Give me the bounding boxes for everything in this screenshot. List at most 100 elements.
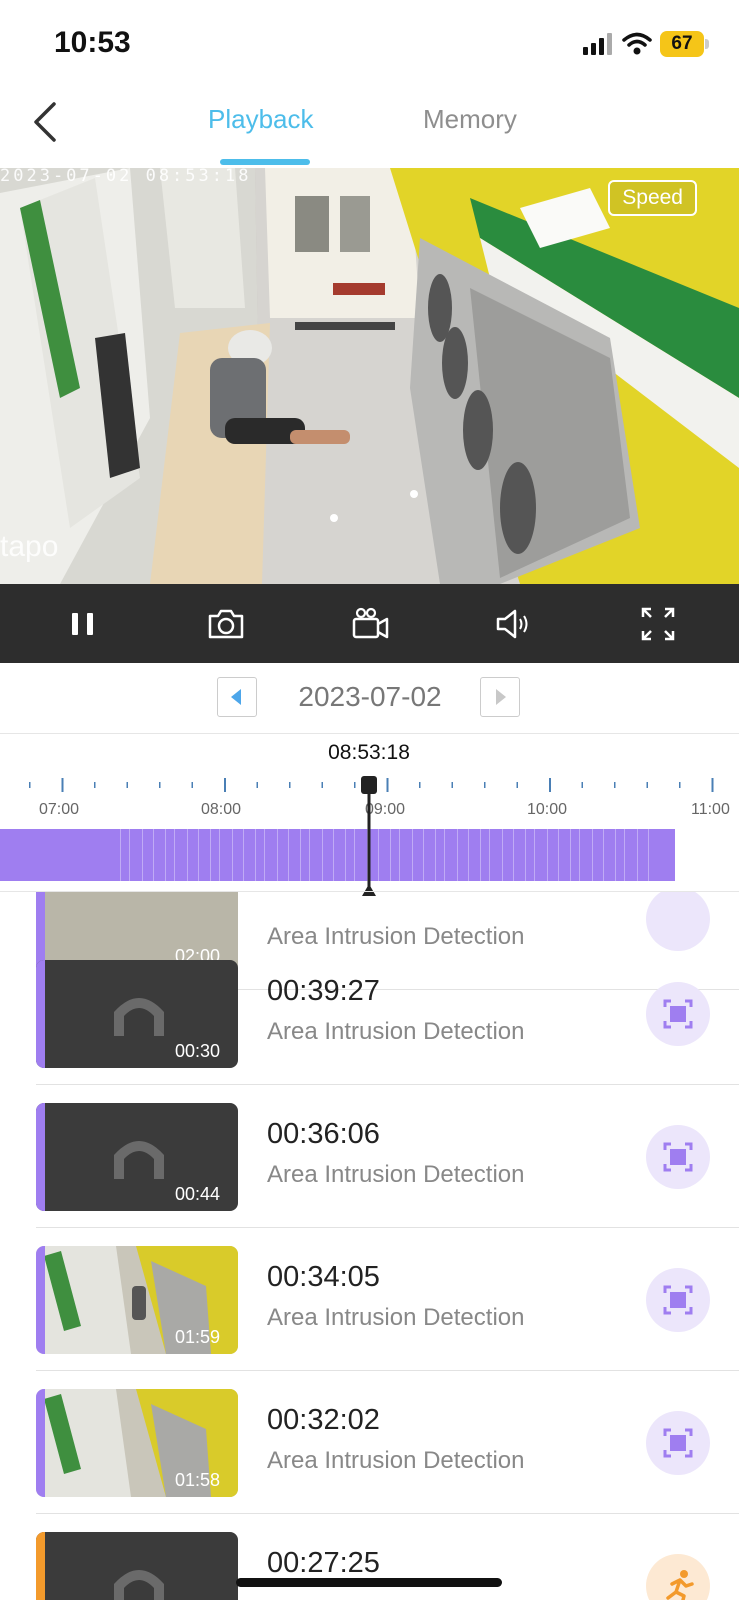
event-accent-bar — [36, 960, 45, 1068]
list-item[interactable]: 00:44 00:36:06 Area Intrusion Detection — [0, 1085, 739, 1228]
timeline-tick — [451, 782, 453, 788]
recording-gap — [513, 829, 514, 881]
timeline-tick — [61, 778, 64, 792]
recording-gap — [333, 829, 334, 881]
timeline-label-0800: 08:00 — [201, 801, 242, 818]
recording-gap — [264, 829, 265, 881]
recording-gap — [412, 829, 413, 881]
tab-playback[interactable]: Playback — [208, 104, 314, 135]
selected-date[interactable]: 2023-07-02 — [260, 681, 480, 713]
recording-gap — [637, 829, 638, 881]
timeline-tick — [516, 782, 518, 788]
event-accent-bar — [36, 1103, 45, 1211]
recording-gap — [457, 829, 458, 881]
recording-gap — [399, 829, 400, 881]
recording-gap — [153, 829, 154, 881]
event-action-button[interactable] — [646, 1125, 710, 1189]
list-item[interactable]: 00:30 00:39:27 Area Intrusion Detection — [0, 942, 739, 1085]
speed-button[interactable]: Speed — [608, 180, 697, 216]
record-icon[interactable] — [350, 604, 390, 644]
event-thumbnail[interactable]: 01:59 — [36, 1246, 238, 1354]
event-accent-bar — [36, 1246, 45, 1354]
recording-gap — [129, 829, 130, 881]
list-item[interactable]: 01:58 00:32:02 Area Intrusion Detection — [0, 1371, 739, 1514]
recording-gap — [547, 829, 548, 881]
recording-gap — [232, 829, 233, 881]
recording-gap — [243, 829, 244, 881]
event-type: Area Intrusion Detection — [267, 1447, 525, 1474]
person-running-icon — [666, 1570, 694, 1600]
camera-feed-image — [0, 168, 739, 584]
area-intrusion-icon — [663, 1428, 693, 1458]
tab-memory[interactable]: Memory — [423, 104, 517, 135]
camera-icon[interactable] — [206, 604, 246, 644]
speaker-icon[interactable] — [494, 604, 534, 644]
timeline-tick — [711, 778, 714, 792]
recording-gap — [219, 829, 220, 881]
event-thumbnail[interactable] — [36, 1532, 238, 1600]
fullscreen-icon[interactable] — [638, 604, 678, 644]
event-thumbnail[interactable]: 00:44 — [36, 1103, 238, 1211]
wifi-icon — [622, 32, 652, 55]
recording-gap — [489, 829, 490, 881]
event-time: 00:39:27 — [267, 975, 380, 1007]
recording-gap — [444, 829, 445, 881]
event-list[interactable]: 02:00 Area Intrusion Detection 00:30 00:… — [0, 892, 739, 1600]
event-type: Area Intrusion Detection — [267, 1304, 525, 1331]
event-duration: 01:58 — [174, 1470, 220, 1490]
event-action-button[interactable] — [646, 1554, 710, 1600]
timeline-tick — [191, 782, 193, 788]
area-intrusion-icon — [663, 1142, 693, 1172]
recording-gap — [142, 829, 143, 881]
timeline-tick — [419, 782, 421, 788]
next-day-button[interactable] — [480, 677, 520, 717]
event-accent-bar — [36, 1389, 45, 1497]
event-action-button[interactable] — [646, 1411, 710, 1475]
back-icon[interactable] — [28, 100, 68, 144]
recording-gap — [288, 829, 289, 881]
timeline-tick — [679, 782, 681, 788]
event-type: Area Intrusion Detection — [267, 1018, 525, 1045]
camera-placeholder-icon — [114, 1570, 164, 1600]
status-time: 10:53 — [54, 26, 131, 59]
list-item[interactable]: 00:27:25 — [0, 1514, 739, 1600]
event-action-button[interactable] — [646, 982, 710, 1046]
battery-indicator: 67 — [660, 31, 704, 57]
timeline-tick — [386, 778, 389, 792]
video-watermark: tapo — [0, 530, 59, 563]
recording-bar[interactable] — [0, 829, 675, 881]
recording-gap — [174, 829, 175, 881]
playhead[interactable] — [356, 774, 382, 896]
timeline-tick — [646, 782, 648, 788]
recording-gap — [165, 829, 166, 881]
event-type: Area Intrusion Detection — [267, 1161, 525, 1188]
recording-gap — [300, 829, 301, 881]
event-thumbnail[interactable]: 00:30 — [36, 960, 238, 1068]
pause-icon[interactable] — [63, 604, 103, 644]
recording-gap — [648, 829, 649, 881]
recording-gap — [592, 829, 593, 881]
timeline-tick — [94, 782, 96, 788]
recording-gap — [570, 829, 571, 881]
event-accent-bar — [36, 1532, 45, 1600]
cellular-signal-icon — [583, 33, 612, 55]
event-action-button[interactable] — [646, 1268, 710, 1332]
recording-gap — [120, 829, 121, 881]
recording-gap — [603, 829, 604, 881]
recording-gap — [502, 829, 503, 881]
timeline-tick — [484, 782, 486, 788]
recording-segments — [120, 829, 649, 881]
area-intrusion-icon — [663, 999, 693, 1029]
timeline-tick — [256, 782, 258, 788]
video-player[interactable]: 2023-07-02 08:53:18 tapo Speed — [0, 168, 739, 584]
recording-gap — [354, 829, 355, 881]
timeline-tick — [321, 782, 323, 788]
previous-day-button[interactable] — [217, 677, 257, 717]
playback-control-bar — [0, 584, 739, 663]
event-thumbnail[interactable]: 01:58 — [36, 1389, 238, 1497]
recording-gap — [255, 829, 256, 881]
list-item[interactable]: 01:59 00:34:05 Area Intrusion Detection — [0, 1228, 739, 1371]
recording-gap — [322, 829, 323, 881]
timeline-label-0700: 07:00 — [39, 801, 80, 818]
timeline-tick — [614, 782, 616, 788]
